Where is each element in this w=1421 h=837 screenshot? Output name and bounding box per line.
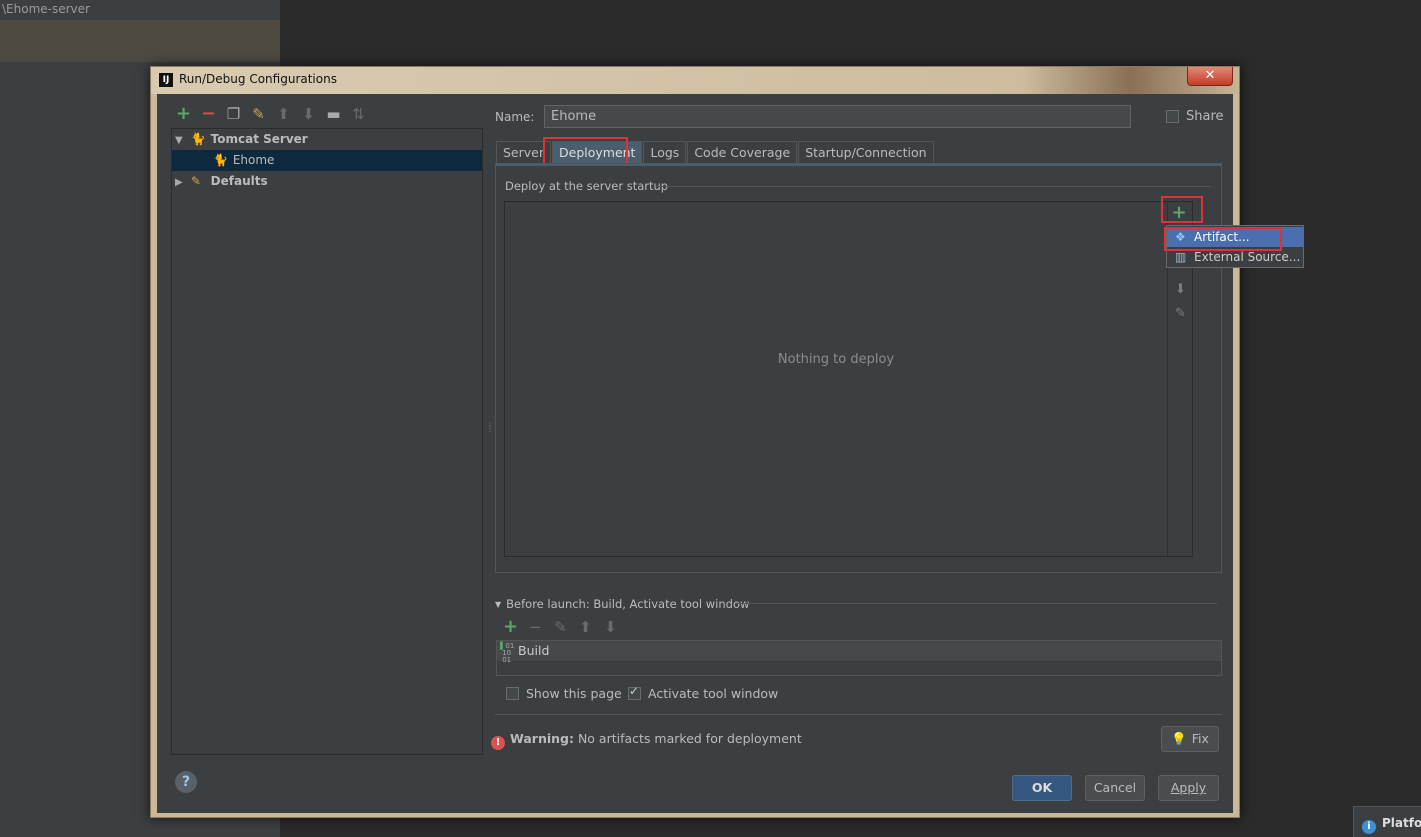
add-icon[interactable]: + [498, 618, 523, 636]
checkbox-checked-icon[interactable] [628, 684, 641, 700]
ide-notification[interactable]: i Platfo [1353, 806, 1421, 837]
checkbox-icon[interactable] [1166, 110, 1179, 123]
help-button[interactable]: ? [175, 771, 197, 793]
config-tree[interactable]: ▼ 🐈 Tomcat Server 🐈 Ehome ▶ ✎ Defaults [171, 128, 483, 755]
name-label: Name: [495, 110, 535, 124]
remove-icon[interactable]: − [196, 104, 221, 124]
error-icon: ! [491, 736, 505, 750]
warning-bold: Warning: [510, 731, 574, 746]
highlight-add-button [1161, 196, 1203, 223]
lightbulb-icon: 💡 [1171, 731, 1187, 746]
close-button[interactable]: ✕ [1187, 67, 1233, 86]
before-launch-list[interactable]: ▌01 10 01 Build [496, 640, 1222, 676]
expand-right-icon[interactable]: ▶ [175, 172, 187, 193]
task-row-build[interactable]: ▌01 10 01 Build [497, 641, 1221, 664]
info-icon: i [1362, 820, 1376, 834]
deploy-list[interactable]: Nothing to deploy ⬇ ✎ [504, 201, 1193, 557]
tree-item-tomcat-server[interactable]: ▼ 🐈 Tomcat Server [172, 129, 482, 150]
run-debug-dialog: IJ Run/Debug Configurations ✕ + − ❐ ✎ ⬆ … [150, 66, 1304, 818]
show-page-checkbox[interactable]: Show this page [506, 686, 622, 701]
show-page-label: Show this page [526, 686, 622, 701]
task-label: Build [518, 643, 550, 658]
expand-down-icon[interactable]: ▼ [175, 130, 187, 151]
tab-code-coverage[interactable]: Code Coverage [687, 141, 798, 163]
fix-button[interactable]: 💡 Fix [1161, 726, 1219, 752]
activate-tool-label: Activate tool window [648, 686, 779, 701]
move-up-icon[interactable]: ⬆ [271, 104, 296, 124]
share-label: Share [1186, 109, 1224, 124]
highlight-deployment-tab [543, 137, 628, 165]
copy-icon[interactable]: ❐ [221, 104, 246, 124]
share-checkbox[interactable]: Share [1166, 109, 1224, 124]
deploy-group-title: Deploy at the server startup [505, 179, 669, 193]
move-down-icon[interactable]: ⬇ [598, 618, 623, 636]
apply-button[interactable]: Apply [1158, 775, 1219, 801]
edit-icon[interactable]: ✎ [548, 618, 573, 636]
popup-item-label: External Source... [1194, 250, 1301, 264]
cancel-button[interactable]: Cancel [1085, 775, 1145, 801]
tab-startup-connection[interactable]: Startup/Connection [798, 141, 934, 163]
add-icon[interactable]: + [171, 104, 196, 124]
tab-underline [496, 164, 1221, 166]
ide-path-label: \Ehome-server [0, 0, 280, 20]
checkbox-icon[interactable] [506, 687, 519, 700]
before-launch-divider [735, 603, 1217, 604]
splitter-handle[interactable]: ⋮ ⋮ [486, 422, 494, 433]
folder-icon[interactable]: ▬ [321, 104, 346, 124]
edit-icon[interactable]: ✎ [1168, 306, 1193, 321]
wrench-icon[interactable]: ✎ [246, 104, 271, 124]
fix-label: Fix [1191, 731, 1209, 746]
sort-icon[interactable]: ⇅ [346, 104, 371, 124]
dialog-title: Run/Debug Configurations [179, 72, 337, 86]
config-toolbar: + − ❐ ✎ ⬆ ⬇ ▬ ⇅ [171, 104, 371, 124]
build-icon: ▌01 10 01 [500, 642, 515, 664]
warning-text: No artifacts marked for deployment [573, 731, 802, 746]
before-launch-title: Before launch: Build, Activate tool wind… [506, 597, 750, 611]
tomcat-icon: 🐈 [213, 153, 228, 167]
tree-item-label: Defaults [210, 174, 268, 188]
move-down-icon[interactable]: ⬇ [296, 104, 321, 124]
empty-list-text: Nothing to deploy [777, 352, 895, 367]
tree-item-label: Ehome [232, 153, 275, 167]
activate-tool-checkbox[interactable]: Activate tool window [628, 684, 779, 701]
deployment-panel: Deploy at the server startup Nothing to … [495, 163, 1222, 573]
dialog-titlebar[interactable]: IJ Run/Debug Configurations ✕ [151, 67, 1239, 94]
tree-item-label: Tomcat Server [210, 132, 308, 146]
before-launch-header[interactable]: ▼ Before launch: Build, Activate tool win… [495, 597, 749, 611]
notification-text: Platfo [1382, 816, 1421, 830]
warning-message: ! Warning: No artifacts marked for deploy… [491, 731, 802, 750]
collapse-icon[interactable]: ▼ [495, 600, 501, 609]
highlight-artifact-item [1164, 227, 1282, 251]
dialog-content: + − ❐ ✎ ⬆ ⬇ ▬ ⇅ ▼ 🐈 Tomcat Server 🐈 Ehom… [157, 94, 1304, 813]
name-input[interactable]: Ehome [544, 105, 1131, 128]
before-launch-toolbar: + − ✎ ⬆ ⬇ [498, 618, 623, 637]
move-down-icon[interactable]: ⬇ [1168, 282, 1193, 297]
tree-item-defaults[interactable]: ▶ ✎ Defaults [172, 171, 482, 192]
group-divider [656, 186, 1211, 187]
wrench-icon: ✎ [190, 174, 201, 188]
ok-button[interactable]: OK [1012, 775, 1072, 801]
move-up-icon[interactable]: ⬆ [573, 618, 598, 636]
tab-logs[interactable]: Logs [643, 141, 687, 163]
remove-icon[interactable]: − [523, 618, 548, 636]
tree-item-ehome[interactable]: 🐈 Ehome [172, 150, 482, 171]
ide-editor-band [0, 20, 280, 62]
divider [495, 714, 1222, 715]
intellij-icon: IJ [159, 73, 173, 87]
tomcat-icon: 🐈 [190, 132, 206, 146]
